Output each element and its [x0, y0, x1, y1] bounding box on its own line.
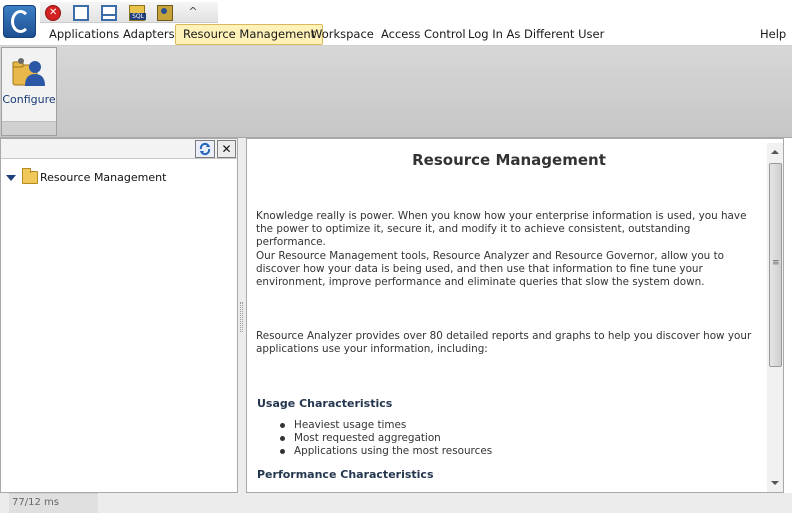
- content-panel: Resource Management Knowledge really is …: [246, 138, 784, 493]
- navigation-panel: ✕ Resource Management: [0, 138, 238, 493]
- folder-icon: [22, 168, 38, 184]
- users-icon[interactable]: [157, 5, 173, 21]
- ribbon-toolbar: Configure: [0, 46, 792, 138]
- scroll-up-arrow-icon[interactable]: [767, 145, 783, 159]
- intro-paragraph: Knowledge really is power. When you know…: [256, 210, 747, 248]
- refresh-icon: [199, 142, 211, 156]
- menu-resource-management[interactable]: Resource Management: [175, 24, 324, 45]
- list-item: Applications using the most resources: [280, 445, 492, 458]
- refresh-button[interactable]: [195, 140, 215, 158]
- menu-applications[interactable]: Applications: [42, 24, 126, 45]
- expand-arrow-icon[interactable]: [6, 175, 16, 181]
- sql-icon[interactable]: SQL: [129, 5, 146, 21]
- splitter-grip-icon[interactable]: [240, 302, 243, 332]
- navigation-panel-toolbar: ✕: [1, 139, 237, 159]
- configure-icon: [12, 58, 45, 86]
- collapse-icon[interactable]: ^: [186, 5, 200, 19]
- close-panel-button[interactable]: ✕: [217, 140, 236, 158]
- configure-label: Configure: [2, 93, 56, 106]
- quick-access-toolbar: SQL ^: [40, 2, 218, 23]
- tree-item-label: Resource Management: [40, 171, 167, 184]
- scroll-thumb[interactable]: [769, 163, 782, 367]
- analyzer-paragraph: Resource Analyzer provides over 80 detai…: [256, 330, 752, 355]
- sql-badge: SQL: [130, 13, 146, 20]
- app-logo-icon[interactable]: [3, 5, 36, 38]
- menu-access-control[interactable]: Access Control: [374, 24, 473, 45]
- top-header: SQL ^ Applications Adapters Resource Man…: [0, 0, 792, 46]
- page-title: Resource Management: [412, 151, 606, 169]
- close-session-icon[interactable]: [45, 5, 61, 21]
- tools-paragraph: Our Resource Management tools, Resource …: [256, 250, 724, 288]
- scroll-down-arrow-icon[interactable]: [767, 476, 783, 490]
- configure-button-footer: [2, 121, 56, 135]
- panel-splitter[interactable]: [238, 138, 246, 493]
- menu-log-in-as-different-user[interactable]: Log In As Different User: [461, 24, 611, 45]
- configure-button[interactable]: Configure: [1, 47, 57, 136]
- performance-characteristics-heading: Performance Characteristics: [257, 468, 434, 481]
- menu-help[interactable]: Help: [753, 24, 792, 45]
- menu-bar: Applications Adapters Resource Managemen…: [40, 24, 792, 45]
- list-item: Most requested aggregation: [280, 432, 492, 445]
- window-taskbar-icon[interactable]: [101, 5, 117, 21]
- content-scrollbar[interactable]: [767, 143, 783, 492]
- list-item: Heaviest usage times: [280, 419, 492, 432]
- menu-adapters[interactable]: Adapters: [116, 24, 182, 45]
- menu-workspace[interactable]: Workspace: [304, 24, 381, 45]
- usage-characteristics-list: Heaviest usage times Most requested aggr…: [280, 419, 492, 458]
- response-time-status: 77/12 ms: [9, 493, 98, 513]
- usage-characteristics-heading: Usage Characteristics: [257, 397, 393, 410]
- window-icon[interactable]: [73, 5, 89, 21]
- status-bar: 77/12 ms: [0, 493, 792, 513]
